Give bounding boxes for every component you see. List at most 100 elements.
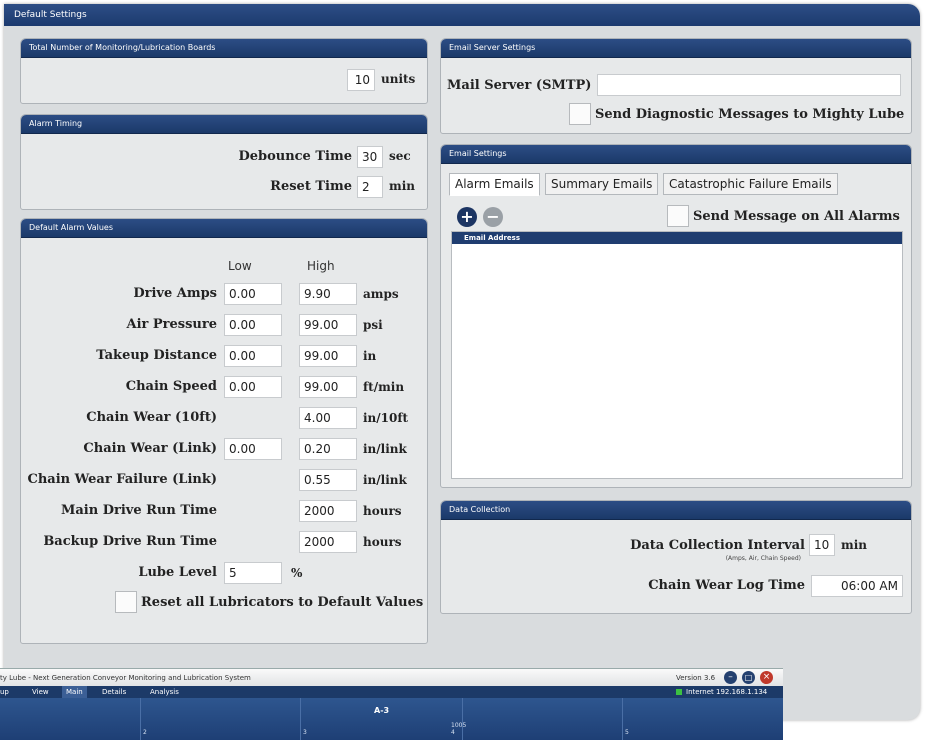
email-address-column-header: Email Address [452, 232, 902, 244]
send-diagnostic-label: Send Diagnostic Messages to Mighty Lube [595, 107, 905, 122]
send-all-alarms-label: Send Message on All Alarms [693, 209, 900, 224]
data-collection-panel: Data Collection Data Collection Interval… [440, 500, 912, 614]
email-server-title: Email Server Settings [441, 39, 911, 58]
alarm-row-label: Chain Wear Failure (Link) [27, 472, 217, 487]
alarm-row-label: Chain Speed [125, 379, 217, 394]
background-app-title-bar: ty Lube - Next Generation Conveyor Monit… [0, 668, 783, 687]
maximize-icon[interactable]: □ [742, 671, 755, 684]
boards-count-input[interactable]: 10 [347, 69, 375, 91]
data-collection-interval-sublabel: (Amps, Air, Chain Speed) [725, 555, 801, 562]
high-input[interactable]: 4.00 [299, 407, 357, 429]
conveyor-strip: A-3 2 3 1005 4 5 [0, 698, 783, 740]
segment-number: 1005 4 [451, 722, 467, 736]
segment-number: 3 [303, 729, 307, 736]
boards-panel: Total Number of Monitoring/Lubrication B… [20, 38, 428, 104]
reset-all-lubricators-checkbox[interactable] [115, 591, 137, 613]
minus-circle-icon[interactable]: − [483, 207, 503, 227]
background-app-window: ty Lube - Next Generation Conveyor Monit… [0, 668, 783, 740]
reset-time-unit: min [389, 179, 415, 193]
send-all-alarms-checkbox[interactable] [667, 205, 689, 227]
debounce-time-input[interactable]: 30 [357, 146, 383, 168]
lube-level-input[interactable]: 5 [224, 562, 282, 584]
alarm-row-label: Chain Wear (Link) [83, 441, 217, 456]
menu-item[interactable]: up [0, 686, 9, 698]
alarm-timing-panel: Alarm Timing Debounce Time 30 sec Reset … [20, 114, 428, 210]
high-input[interactable]: 0.55 [299, 469, 357, 491]
alarm-row-unit: in/link [363, 473, 407, 487]
alarm-row-label: Backup Drive Run Time [43, 534, 217, 549]
high-input[interactable]: 0.20 [299, 438, 357, 460]
email-settings-title: Email Settings [441, 145, 911, 164]
strip-segment: 3 [300, 698, 307, 740]
alarm-row-unit: psi [363, 318, 383, 332]
alarm-timing-panel-title: Alarm Timing [21, 115, 427, 134]
alarm-row-unit: amps [363, 287, 399, 301]
alarm-row-label: Drive Amps [133, 286, 217, 301]
reset-all-lubricators-label: Reset all Lubricators to Default Values [141, 595, 424, 610]
debounce-time-unit: sec [389, 149, 411, 163]
low-input[interactable]: 0.00 [224, 314, 282, 336]
lube-level-label: Lube Level [138, 565, 217, 580]
lube-level-unit: % [291, 566, 303, 580]
reset-time-input[interactable]: 2 [357, 176, 383, 198]
background-app-menu: up View Main Details Analysis Internet 1… [0, 686, 783, 698]
segment-number: 2 [143, 729, 147, 736]
strip-segment: 2 [140, 698, 147, 740]
chain-wear-log-time-input[interactable]: 06:00 AM [811, 575, 903, 597]
alarm-row-label: Takeup Distance [96, 348, 217, 363]
menu-item-view[interactable]: View [32, 686, 49, 698]
window-title-bar: Default Settings [4, 4, 920, 26]
alarm-row-label: Air Pressure [126, 317, 217, 332]
alarm-row-unit: hours [363, 535, 402, 549]
email-server-panel: Email Server Settings Mail Server (SMTP)… [440, 38, 912, 134]
alarm-row-unit: in/link [363, 442, 407, 456]
tab-alarm-emails[interactable]: Alarm Emails [449, 173, 540, 196]
alarm-row-unit: hours [363, 504, 402, 518]
send-diagnostic-checkbox[interactable] [569, 103, 591, 125]
strip-label: A-3 [374, 706, 390, 715]
alarm-row-unit: ft/min [363, 380, 405, 394]
strip-segment: 1005 4 [451, 698, 466, 740]
data-collection-title: Data Collection [441, 501, 911, 520]
network-status: Internet 192.168.1.134 [686, 688, 768, 696]
close-icon[interactable]: × [760, 671, 773, 684]
smtp-label: Mail Server (SMTP) [447, 78, 592, 93]
alarm-row-label: Chain Wear (10ft) [86, 410, 217, 425]
high-input[interactable]: 9.90 [299, 283, 357, 305]
chain-wear-log-time-label: Chain Wear Log Time [648, 578, 805, 593]
reset-time-label: Reset Time [270, 179, 352, 194]
high-input[interactable]: 2000 [299, 500, 357, 522]
background-app-title: ty Lube - Next Generation Conveyor Monit… [0, 674, 251, 682]
background-app-version: Version 3.6 [676, 674, 716, 682]
low-input[interactable]: 0.00 [224, 438, 282, 460]
low-input[interactable]: 0.00 [224, 345, 282, 367]
alarm-row-unit: in [363, 349, 377, 363]
status-indicator [676, 689, 682, 695]
minimize-icon[interactable]: – [724, 671, 737, 684]
menu-item-main[interactable]: Main [62, 686, 87, 698]
window-title: Default Settings [14, 10, 87, 20]
menu-item-details[interactable]: Details [102, 686, 126, 698]
boards-unit: units [381, 72, 416, 86]
email-address-table[interactable]: Email Address [451, 231, 903, 479]
plus-circle-icon[interactable]: + [457, 207, 477, 227]
segment-number: 5 [625, 729, 629, 736]
tab-summary-emails[interactable]: Summary Emails [545, 173, 659, 195]
tab-catastrophic-failure-emails[interactable]: Catastrophic Failure Emails [663, 173, 838, 195]
high-input[interactable]: 99.00 [299, 345, 357, 367]
alarm-row-unit: in/10ft [363, 411, 409, 425]
high-input[interactable]: 99.00 [299, 314, 357, 336]
strip-segment: 5 [622, 698, 629, 740]
data-collection-interval-input[interactable]: 10 [809, 534, 835, 556]
menu-item-analysis[interactable]: Analysis [150, 686, 179, 698]
smtp-input[interactable] [597, 74, 901, 96]
boards-panel-title: Total Number of Monitoring/Lubrication B… [21, 39, 427, 58]
low-input[interactable]: 0.00 [224, 376, 282, 398]
default-alarm-values-title: Default Alarm Values [21, 219, 427, 238]
email-settings-panel: Email Settings Alarm Emails Summary Emai… [440, 144, 912, 488]
high-column-header: High [307, 259, 335, 273]
high-input[interactable]: 99.00 [299, 376, 357, 398]
low-input[interactable]: 0.00 [224, 283, 282, 305]
high-input[interactable]: 2000 [299, 531, 357, 553]
low-column-header: Low [228, 259, 252, 273]
